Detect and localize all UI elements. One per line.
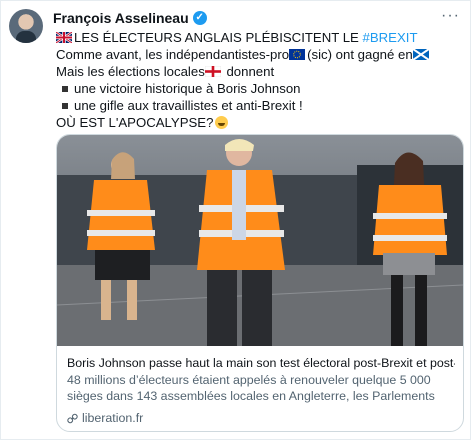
scotland-flag-icon (412, 49, 429, 60)
tweet-line-6-text: OÙ EST L'APOCALYPSE? (56, 115, 214, 130)
laughing-emoji-icon (215, 116, 229, 129)
bullet-icon (62, 103, 68, 110)
tweet-line-2: Comme avant, les indépendantistes-pro (s… (56, 46, 461, 63)
tweet-header: François Asselineau ✓ (53, 9, 207, 27)
eu-flag-icon (289, 49, 306, 60)
uk-flag-icon (56, 32, 72, 43)
more-options-icon[interactable]: ··· (441, 7, 460, 25)
tweet-line-1: LES ÉLECTEURS ANGLAIS PLÉBISCITENT LE #B… (56, 29, 461, 46)
card-domain-text: liberation.fr (82, 411, 144, 425)
card-text: Boris Johnson passe haut la main son tes… (67, 355, 455, 426)
article-photo[interactable] (57, 135, 463, 346)
link-icon (67, 413, 78, 423)
tweet-line-2a: Comme avant, les indépendantistes-pro (56, 47, 290, 62)
verified-badge-icon: ✓ (192, 11, 207, 25)
avatar[interactable] (9, 9, 43, 43)
tweet-line-3a: Mais les élections locales (56, 64, 205, 79)
tweet-line-3: Mais les élections locales donnent (56, 63, 461, 80)
tweet-line-2b: (sic) ont gagné en (307, 47, 413, 62)
tweet-bullet-2: une gifle aux travaillistes et anti-Brex… (56, 97, 461, 114)
tweet-line-3b: donnent (222, 64, 275, 79)
card-domain[interactable]: liberation.fr (67, 410, 455, 426)
tweet-line-6: OÙ EST L'APOCALYPSE? (56, 114, 461, 131)
tweet[interactable]: François Asselineau ✓ ··· LES ÉLECTEURS … (0, 0, 471, 440)
bullet-1-text: une victoire historique à Boris Johnson (74, 81, 301, 96)
card-title[interactable]: Boris Johnson passe haut la main son tes… (67, 355, 455, 371)
bullet-2-text: une gifle aux travaillistes et anti-Brex… (74, 98, 303, 113)
bullet-icon (62, 86, 68, 93)
tweet-bullet-1: une victoire historique à Boris Johnson (56, 80, 461, 97)
author-name[interactable]: François Asselineau (53, 10, 189, 26)
brexit-hashtag[interactable]: #BREXIT (363, 30, 418, 45)
tweet-line-1-text: LES ÉLECTEURS ANGLAIS PLÉBISCITENT LE (74, 30, 363, 45)
card-description: 48 millions d’électeurs étaient appelés … (67, 373, 435, 406)
tweet-text: LES ÉLECTEURS ANGLAIS PLÉBISCITENT LE #B… (56, 29, 461, 131)
england-flag-icon (204, 66, 221, 77)
link-preview-card[interactable]: Boris Johnson passe haut la main son tes… (56, 134, 464, 432)
